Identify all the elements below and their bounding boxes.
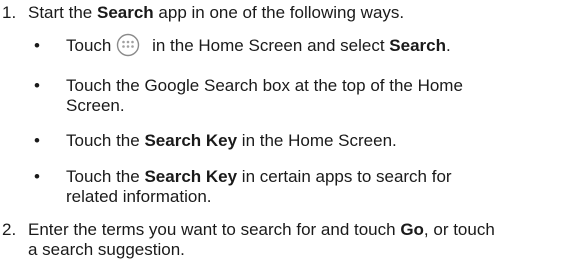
- bullet-text: Touch the Search Key in certain apps to …: [66, 167, 452, 206]
- search-key-label: Search Key: [144, 167, 238, 186]
- go-button-label: Go: [400, 220, 424, 239]
- bullet-dot: •: [34, 36, 40, 55]
- bullet-text: Touch in the Home Screen and select Sear…: [66, 33, 451, 57]
- search-key-label: Search Key: [144, 131, 238, 150]
- app-name-search: Search: [389, 36, 446, 55]
- step-text: Enter the terms you want to search for a…: [28, 220, 495, 259]
- step-number: 2.: [2, 220, 17, 239]
- step-text: Start the Search app in one of the follo…: [28, 3, 405, 22]
- app-name-search: Search: [96, 3, 154, 22]
- apps-grid-icon: [115, 33, 141, 57]
- step-number: 1.: [2, 3, 17, 22]
- bullet-text: Touch the Google Search box at the top o…: [66, 76, 463, 115]
- bullet-dot: •: [34, 76, 40, 95]
- bullet-dot: •: [34, 131, 40, 150]
- bullet-dot: •: [34, 167, 40, 186]
- bullet-text: Touch the Search Key in the Home Screen.: [66, 131, 397, 150]
